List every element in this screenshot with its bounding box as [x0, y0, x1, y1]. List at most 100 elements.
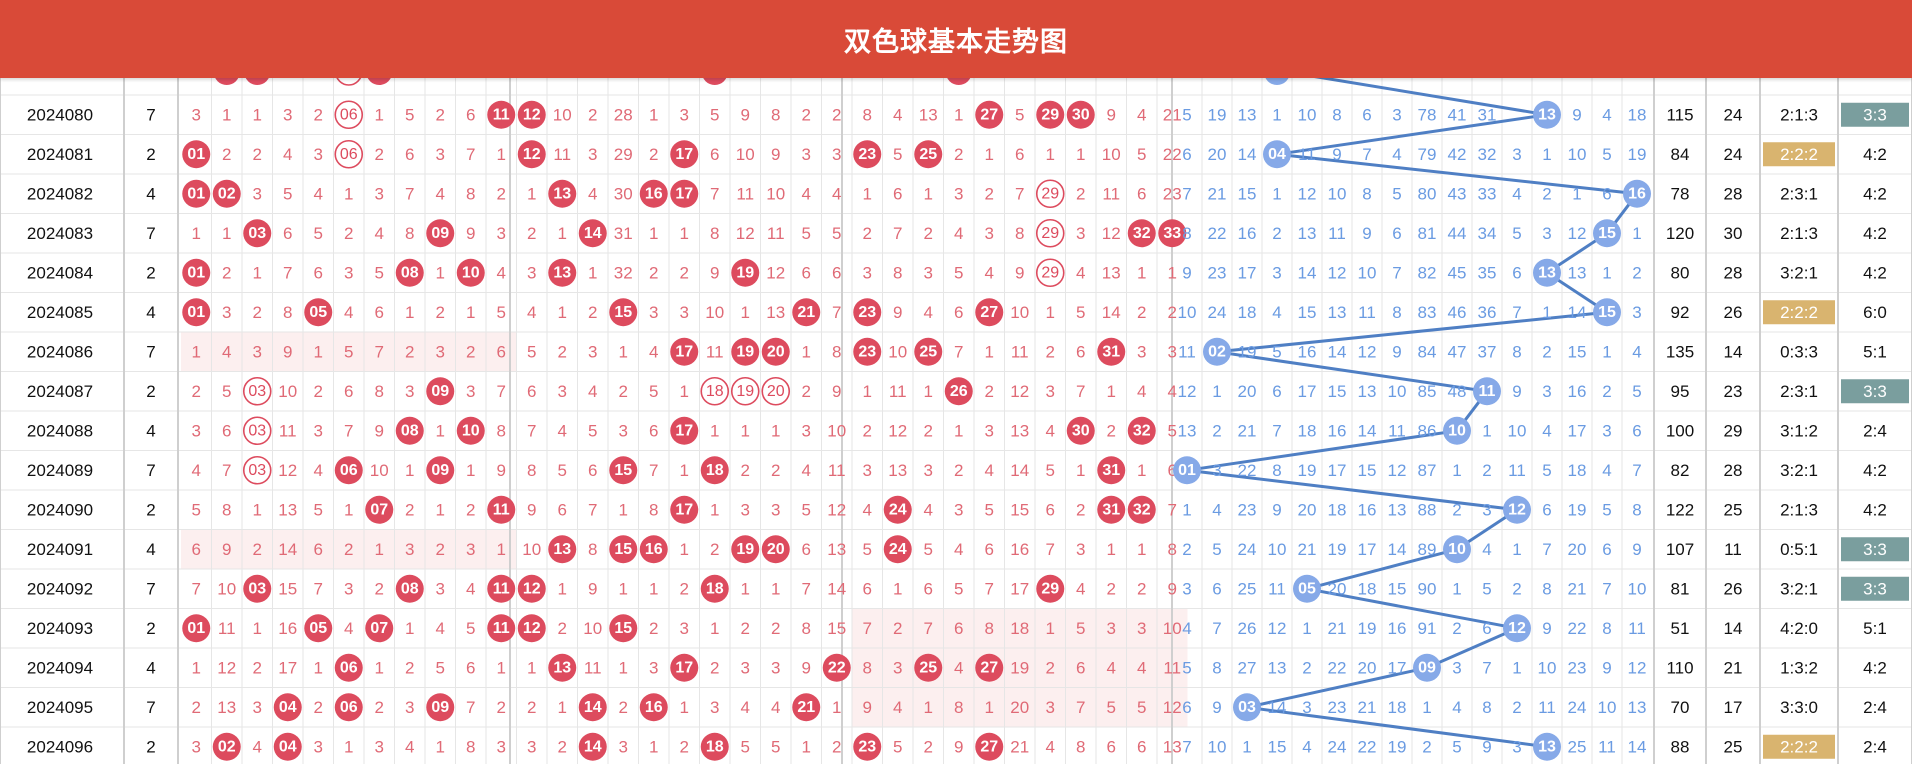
blue-miss-value: 41 [1448, 105, 1467, 124]
red-miss-value: 2 [436, 105, 445, 124]
blue-miss-value: 1 [1182, 500, 1191, 519]
red-miss-value: 5 [283, 184, 292, 203]
odd-even-value: 3:3 [1863, 382, 1887, 401]
blue-ball-number: 15 [1598, 225, 1616, 242]
red-miss-value: 6 [1107, 737, 1116, 756]
blue-miss-value: 78 [1418, 105, 1437, 124]
red-ball-number: 02 [218, 185, 236, 202]
red-miss-value: 1 [680, 461, 689, 480]
red-miss-value: 3 [771, 500, 780, 519]
red-miss-value: 2 [253, 303, 262, 322]
blue-miss-value: 7 [1602, 579, 1611, 598]
red-ball-number: 02 [218, 738, 236, 755]
red-ball-number: 01 [187, 264, 205, 281]
red-miss-value: 14 [1102, 303, 1121, 322]
red-miss-value: 2 [619, 382, 628, 401]
red-miss-value: 7 [1015, 184, 1024, 203]
red-ball-number: 04 [279, 699, 297, 716]
red-miss-value: 13 [278, 500, 297, 519]
red-miss-value: 6 [497, 342, 506, 361]
blue-miss-value: 17 [1328, 461, 1347, 480]
blue-miss-value: 5 [1512, 224, 1521, 243]
red-miss-value: 2 [405, 658, 414, 677]
red-ball-number: 14 [584, 738, 602, 755]
red-miss-value: 1 [619, 342, 628, 361]
blue-miss-value: 7 [1632, 461, 1641, 480]
blue-miss-value: 5 [1182, 105, 1191, 124]
red-miss-value: 5 [588, 421, 597, 440]
issue-number: 2024083 [27, 224, 93, 243]
span-value: 26 [1724, 579, 1743, 598]
blue-miss-value: 4 [1452, 698, 1461, 717]
red-miss-value: 2 [985, 184, 994, 203]
span-value: 23 [1724, 382, 1743, 401]
red-ball-number: 24 [889, 501, 907, 518]
blue-miss-value: 15 [1298, 303, 1317, 322]
red-miss-value: 3 [253, 184, 262, 203]
blue-miss-value: 89 [1418, 540, 1437, 559]
red-miss-value: 2 [710, 540, 719, 559]
red-miss-value: 1 [680, 382, 689, 401]
blue-miss-value: 21 [1358, 698, 1377, 717]
red-miss-value: 9 [497, 461, 506, 480]
red-miss-value: 3 [588, 145, 597, 164]
red-miss-value: 21 [1163, 105, 1182, 124]
red-miss-value: 6 [405, 145, 414, 164]
red-miss-value: 4 [497, 263, 506, 282]
red-miss-value: 5 [710, 105, 719, 124]
red-ball-number: 17 [675, 343, 693, 360]
red-miss-value: 1 [222, 105, 231, 124]
red-miss-value: 3 [192, 105, 201, 124]
blue-miss-value: 1 [1512, 540, 1521, 559]
red-miss-value: 5 [1076, 303, 1085, 322]
blue-miss-value: 3 [1632, 303, 1641, 322]
ratio-value: 3:1:2 [1780, 421, 1818, 440]
red-miss-value: 29 [614, 145, 633, 164]
red-miss-value: 5 [1168, 421, 1177, 440]
red-miss-value: 13 [217, 698, 236, 717]
page-title: 双色球基本走势图 [844, 26, 1068, 57]
red-miss-value: 9 [954, 737, 963, 756]
red-miss-value: 2 [497, 184, 506, 203]
red-miss-value: 1 [588, 263, 597, 282]
red-miss-value: 5 [802, 224, 811, 243]
red-miss-value: 10 [522, 540, 541, 559]
red-miss-value: 2 [741, 461, 750, 480]
red-ball-number: 13 [553, 185, 571, 202]
red-ball-number: 13 [553, 659, 571, 676]
blue-miss-value: 6 [1392, 224, 1401, 243]
odd-even-value: 4:2 [1863, 184, 1887, 203]
red-miss-value: 4 [405, 737, 414, 756]
red-miss-value: 4 [832, 184, 841, 203]
red-miss-value: 15 [1010, 500, 1029, 519]
red-miss-value: 2 [924, 224, 933, 243]
red-miss-value: 1 [924, 382, 933, 401]
red-miss-value: 6 [558, 500, 567, 519]
col2-value: 7 [146, 342, 155, 361]
red-miss-value: 10 [705, 303, 724, 322]
red-ball-number: 32 [1133, 422, 1151, 439]
red-miss-value: 3 [527, 263, 536, 282]
red-miss-value: 5 [344, 342, 353, 361]
red-miss-value: 5 [1015, 105, 1024, 124]
blue-miss-value: 18 [1388, 698, 1407, 717]
red-ball-number: 10 [462, 422, 480, 439]
span-value: 29 [1724, 421, 1743, 440]
red-miss-value: 7 [1046, 540, 1055, 559]
red-miss-value: 3 [192, 737, 201, 756]
red-ball-number: 20 [767, 541, 785, 558]
blue-miss-value: 14 [1388, 540, 1407, 559]
col2-value: 2 [146, 737, 155, 756]
red-miss-value: 21 [1010, 737, 1029, 756]
blue-miss-value: 22 [1568, 619, 1587, 638]
blue-miss-value: 5 [1602, 500, 1611, 519]
red-miss-value: 1 [649, 579, 658, 598]
blue-miss-value: 84 [1418, 342, 1437, 361]
red-miss-value: 23 [1163, 184, 1182, 203]
blue-miss-value: 14 [1268, 698, 1287, 717]
ratio-value: 2:1:3 [1780, 224, 1818, 243]
red-miss-value: 10 [736, 145, 755, 164]
red-miss-value: 5 [649, 382, 658, 401]
red-ball-number: 14 [584, 699, 602, 716]
red-miss-value: 4 [893, 698, 902, 717]
